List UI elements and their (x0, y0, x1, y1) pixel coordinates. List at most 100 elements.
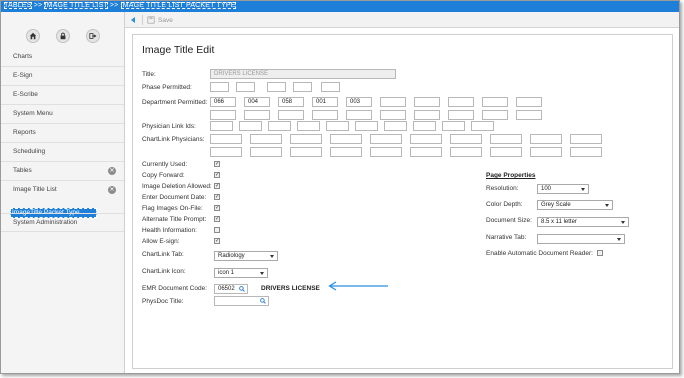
resolution-select[interactable]: 100 (537, 184, 589, 194)
allow-esign-label: Allow E-sign: (142, 238, 180, 245)
sidebar-item-scheduling[interactable]: Scheduling (1, 143, 124, 162)
back-button[interactable] (128, 15, 138, 25)
lock-button[interactable] (56, 29, 70, 43)
currently-used-checkbox[interactable]: ✓ (214, 161, 220, 167)
document-size-label: Document Size: (486, 217, 532, 224)
allow-esign-checkbox[interactable]: ✓ (214, 238, 220, 244)
physician-link-field[interactable] (413, 121, 436, 131)
breadcrumb-item-tables[interactable]: TABLES (4, 2, 32, 9)
sidebar-item-e-sign[interactable]: E-Sign (1, 67, 124, 86)
document-size-select[interactable]: 8.5 x 11 letter (537, 217, 629, 227)
image-deletion-checkbox[interactable]: ✓ (214, 183, 220, 189)
search-icon[interactable] (260, 298, 266, 304)
chartlink-physician-field[interactable] (530, 147, 562, 157)
close-icon[interactable]: ✕ (108, 186, 116, 194)
sidebar-item-system-menu[interactable]: System Menu (1, 105, 124, 124)
department-field[interactable]: 003 (346, 97, 372, 107)
chartlink-physician-field[interactable] (450, 147, 482, 157)
chartlink-physician-field[interactable] (570, 147, 602, 157)
lock-icon (60, 32, 66, 40)
department-field[interactable] (448, 97, 474, 107)
department-field[interactable] (414, 110, 440, 120)
chartlink-physician-field[interactable] (450, 134, 482, 144)
department-field[interactable] (346, 110, 372, 120)
physician-link-field[interactable] (384, 121, 407, 131)
sidebar-item-tables[interactable]: Tables ✕ (1, 162, 124, 181)
department-field[interactable] (516, 97, 542, 107)
copy-forward-label: Copy Forward: (142, 172, 185, 179)
physician-link-field[interactable] (210, 121, 233, 131)
physician-link-field[interactable] (268, 121, 291, 131)
title-field[interactable]: DRIVERS LICENSE (210, 69, 396, 79)
department-field[interactable] (312, 110, 338, 120)
department-field[interactable] (278, 110, 304, 120)
department-field[interactable] (448, 110, 474, 120)
chartlink-tab-select[interactable]: Radiology (214, 251, 278, 261)
department-field[interactable] (414, 97, 440, 107)
chartlink-physician-field[interactable] (290, 134, 322, 144)
enter-document-date-checkbox[interactable]: ✓ (214, 194, 220, 200)
chartlink-physician-field[interactable] (210, 134, 242, 144)
department-field[interactable]: 058 (278, 97, 304, 107)
department-field[interactable]: 066 (210, 97, 236, 107)
sidebar-item-e-scribe[interactable]: E-Scribe (1, 86, 124, 105)
image-deletion-label: Image Deletion Allowed: (142, 183, 212, 190)
physician-link-field[interactable] (442, 121, 465, 131)
department-field[interactable] (482, 110, 508, 120)
physician-link-field[interactable] (471, 121, 494, 131)
phase-field[interactable] (267, 82, 286, 92)
chartlink-physician-field[interactable] (210, 147, 242, 157)
chartlink-physician-field[interactable] (370, 147, 402, 157)
chartlink-physician-field[interactable] (370, 134, 402, 144)
chartlink-physician-field[interactable] (330, 147, 362, 157)
chartlink-physician-field[interactable] (570, 134, 602, 144)
physdoc-title-field[interactable] (214, 296, 269, 306)
sidebar-item-image-title-list[interactable]: Image Title List ✕ (1, 181, 124, 200)
chartlink-physician-field[interactable] (410, 134, 442, 144)
flag-images-checkbox[interactable]: ✓ (214, 205, 220, 211)
color-depth-label: Color Depth: (486, 201, 523, 208)
chartlink-icon-select[interactable]: icon 1 (214, 268, 268, 278)
emr-document-code-field[interactable]: 06502 (214, 284, 248, 294)
phase-field[interactable] (293, 82, 312, 92)
search-icon[interactable] (239, 286, 245, 292)
copy-forward-checkbox[interactable]: ✓ (214, 172, 220, 178)
department-field[interactable] (380, 110, 406, 120)
physician-link-field[interactable] (239, 121, 262, 131)
chartlink-physician-field[interactable] (290, 147, 322, 157)
physician-link-field[interactable] (297, 121, 320, 131)
alternate-title-checkbox[interactable]: ✓ (214, 216, 220, 222)
breadcrumb-item-image-title-list[interactable]: IMAGE TITLE LIST (44, 2, 108, 9)
auto-document-reader-checkbox[interactable] (597, 250, 603, 256)
department-field[interactable] (244, 110, 270, 120)
phase-field[interactable] (321, 82, 340, 92)
narrative-tab-select[interactable] (537, 234, 625, 244)
department-field[interactable]: 004 (244, 97, 270, 107)
close-icon[interactable]: ✕ (108, 167, 116, 175)
chartlink-physician-field[interactable] (250, 147, 282, 157)
chartlink-physician-field[interactable] (250, 134, 282, 144)
chartlink-physician-field[interactable] (530, 134, 562, 144)
chartlink-physician-field[interactable] (330, 134, 362, 144)
sidebar-item-charts[interactable]: Charts (1, 48, 124, 67)
health-information-checkbox[interactable] (214, 227, 220, 233)
chartlink-physician-field[interactable] (410, 147, 442, 157)
sidebar-item-system-administration[interactable]: System Administration (1, 213, 124, 232)
chartlink-physician-field[interactable] (490, 134, 522, 144)
home-button[interactable] (26, 29, 40, 43)
logout-button[interactable] (86, 29, 100, 43)
color-depth-select[interactable]: Grey Scale (537, 200, 613, 210)
department-field[interactable] (516, 110, 542, 120)
department-field[interactable]: 001 (312, 97, 338, 107)
sidebar-item-reports[interactable]: Reports (1, 124, 124, 143)
physician-link-field[interactable] (355, 121, 378, 131)
phase-field[interactable] (210, 82, 229, 92)
physician-link-field[interactable] (326, 121, 349, 131)
breadcrumb-separator: >> (109, 2, 121, 9)
department-field[interactable] (380, 97, 406, 107)
chartlink-physician-field[interactable] (490, 147, 522, 157)
department-field[interactable] (210, 110, 236, 120)
save-button[interactable]: Save (147, 15, 173, 25)
phase-field[interactable] (236, 82, 255, 92)
department-field[interactable] (482, 97, 508, 107)
